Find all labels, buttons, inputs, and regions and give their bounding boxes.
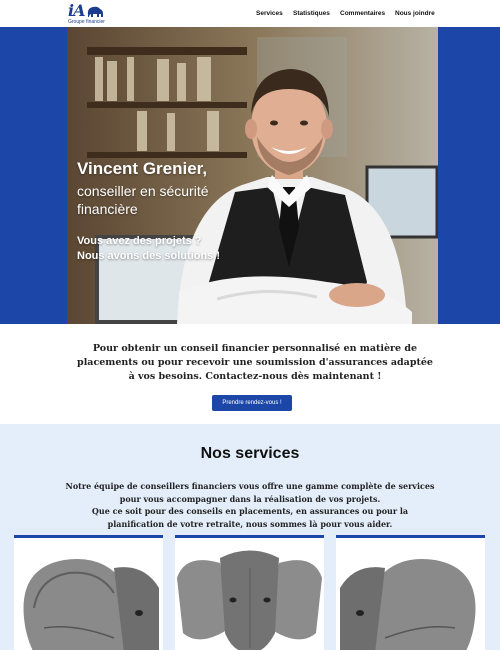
service-card[interactable]: [175, 535, 324, 650]
logo-text: iA: [68, 1, 85, 20]
nav-services[interactable]: Services: [256, 10, 283, 17]
hero-advisor-role: conseiller en sécurité financière: [77, 183, 209, 217]
services-text-2: Que ce soit pour des conseils en placeme…: [91, 506, 409, 529]
services-description: Notre équipe de conseillers financiers v…: [65, 480, 435, 530]
services-title: Nos services: [200, 445, 300, 462]
elephant-image: [336, 538, 485, 650]
service-card[interactable]: [14, 535, 163, 650]
nav-nous-joindre[interactable]: Nous joindre: [395, 10, 435, 17]
site-header: iA Groupe financier Services Statistique…: [0, 0, 500, 27]
nav-statistiques[interactable]: Statistiques: [293, 10, 330, 17]
elephant-image: [14, 538, 163, 650]
elephant-image: [175, 538, 324, 650]
services-text-1: Notre équipe de conseillers financiers v…: [65, 481, 435, 504]
hero-advisor-name: Vincent Grenier,: [77, 159, 208, 178]
nav-commentaires[interactable]: Commentaires: [340, 10, 385, 17]
hero-tagline: Vous avez des projets ? Nous avons des s…: [77, 235, 221, 262]
service-card[interactable]: [336, 535, 485, 650]
services-section: Nos services Notre équipe de conseillers…: [0, 424, 500, 650]
book-appointment-button[interactable]: Prendre rendez-vous !: [212, 395, 292, 411]
logo-subtitle: Groupe financier: [68, 19, 105, 25]
elephant-logo-icon: [87, 6, 103, 17]
ia-logo[interactable]: iA Groupe financier: [68, 1, 108, 25]
hero-section: Vincent Grenier, conseiller en sécurité …: [0, 27, 500, 324]
intro-text: Pour obtenir un conseil financier person…: [77, 343, 433, 382]
